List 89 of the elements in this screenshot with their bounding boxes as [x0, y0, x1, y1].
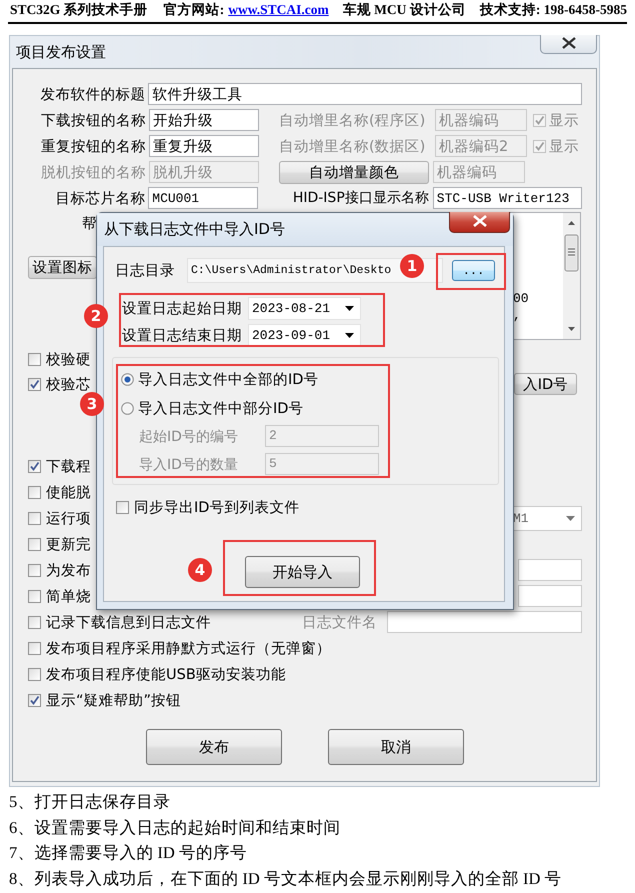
company-slogan: 车规 MCU 设计公司 [342, 1, 466, 19]
checkbox-label: 更新完 [46, 536, 91, 554]
radio-button[interactable] [121, 402, 134, 415]
input-field[interactable] [518, 559, 582, 581]
checkbox[interactable] [28, 486, 41, 498]
caret-icon [345, 333, 354, 338]
close-button[interactable] [449, 212, 510, 233]
checkbox-label: 校验芯 [46, 376, 91, 394]
checkbox[interactable] [28, 512, 41, 524]
field-label: 脱机按钮的名称 [40, 164, 146, 182]
checkbox[interactable] [28, 616, 41, 628]
checkbox[interactable] [28, 642, 41, 654]
color-sample: 机器编码 [433, 161, 525, 183]
field-label: 重复按钮的名称 [40, 138, 146, 156]
field-label: 日志目录 [115, 262, 176, 280]
input-field[interactable] [518, 585, 582, 607]
checkbox-label: 简单烧 [46, 588, 91, 606]
checkbox[interactable] [116, 500, 129, 514]
window-title: 项目发布设置 [16, 42, 106, 62]
checkbox[interactable] [28, 694, 41, 706]
input-field[interactable] [387, 611, 582, 633]
checkbox-label: 发布项目程序使能USB驱动安装功能 [46, 666, 286, 684]
input-field[interactable]: 重复升级 [149, 135, 259, 157]
field-label: 导入ID号的数量 [139, 456, 239, 474]
step-text: 7、选择需要导入的 ID 号的序号 [9, 842, 248, 864]
close-icon [472, 214, 488, 226]
field-label: 发布软件的标题 [39, 86, 146, 104]
checkbox-label: 显示“疑难帮助”按钮 [46, 692, 182, 710]
checkbox[interactable] [28, 590, 41, 602]
input-field[interactable]: MCU001 [148, 187, 258, 209]
field-label: 起始ID号的编号 [139, 428, 239, 446]
close-icon [560, 36, 576, 48]
field-label: 自动增里名称(数据区) [279, 138, 426, 156]
text-line: , [513, 307, 522, 324]
date-dropdown[interactable]: 2023-08-21 [248, 297, 361, 320]
checkbox-label: 使能脱 [46, 484, 91, 502]
radio-button[interactable] [121, 373, 134, 386]
field-label: 目标芯片名称 [54, 190, 146, 208]
checkbox[interactable] [28, 378, 41, 390]
start-import-button[interactable]: 开始导入 [245, 556, 360, 588]
document-title: STC32G 系列技术手册 [10, 1, 148, 19]
highlight-frame [436, 253, 506, 290]
checkbox[interactable] [28, 538, 41, 550]
checkbox-label: 为发布 [46, 562, 91, 580]
checkbox-label: 显示 [549, 138, 579, 156]
checkbox-label: 记录下载信息到日志文件 [46, 614, 211, 632]
text-line: 00 [513, 290, 530, 307]
checkbox-label: 发布项目程序采用静默方式运行（无弹窗） [46, 640, 331, 658]
field-label: 设置日志结束日期 [122, 327, 243, 345]
dialog-button[interactable]: 发布 [146, 729, 282, 765]
support-phone: 技术支持: 198-6458-5985 [480, 1, 627, 19]
dropdown[interactable]: M1 [512, 506, 582, 530]
field-label: 下载按钮的名称 [40, 112, 146, 130]
checkbox-label: 下载程 [46, 458, 91, 476]
field-label: 设置日志起始日期 [122, 300, 243, 318]
caret-icon [345, 306, 354, 311]
field-label: HID-ISP接口显示名称 [292, 189, 429, 207]
radio-label: 导入日志文件中部分ID号 [138, 400, 304, 418]
checkbox[interactable] [28, 352, 41, 366]
scrollbar[interactable] [563, 213, 580, 339]
field-label: 日志文件名 [302, 614, 377, 632]
checkbox[interactable] [533, 140, 546, 152]
checkbox-label: 运行项 [46, 510, 91, 528]
caret-icon [566, 516, 575, 520]
step-text: 5、打开日志保存目录 [9, 791, 172, 813]
step-text: 6、设置需要导入日志的起始时间和结束时间 [9, 816, 342, 838]
dialog-button[interactable]: 取消 [328, 729, 464, 765]
step-text: 8、列表导入成功后，在下面的 ID 号文本框内会显示刚刚导入的全部 ID 号 [9, 868, 562, 890]
set-icon-button[interactable]: 设置图标 [28, 256, 97, 279]
checkbox-label: 校验硬 [46, 350, 91, 368]
checkbox[interactable] [28, 460, 41, 472]
input-field[interactable]: 开始升级 [149, 109, 259, 131]
checkbox[interactable] [28, 564, 41, 576]
site-label: 官方网站: [164, 1, 224, 19]
dialog-title: 从下载日志文件中导入ID号 [104, 220, 285, 239]
checkbox[interactable] [533, 114, 546, 126]
browse-button[interactable]: ... [452, 260, 495, 281]
checkbox[interactable] [28, 668, 41, 680]
checkbox-label: 显示 [549, 112, 579, 130]
radio-label: 导入日志文件中全部的ID号 [138, 370, 318, 389]
import-button[interactable]: 入ID号 [514, 373, 577, 395]
field-label: 帮 [82, 215, 97, 233]
input-field[interactable]: STC-USB Writer123 [432, 187, 582, 209]
input-field[interactable]: 软件升级工具 [148, 83, 582, 105]
checkbox-label: 同步导出ID号到列表文件 [134, 498, 300, 516]
field-label: 自动增里名称(程序区) [279, 112, 426, 130]
date-dropdown[interactable]: 2023-09-01 [248, 324, 361, 347]
close-button[interactable] [540, 35, 597, 54]
site-link[interactable]: www.STCAI.com [228, 2, 329, 18]
